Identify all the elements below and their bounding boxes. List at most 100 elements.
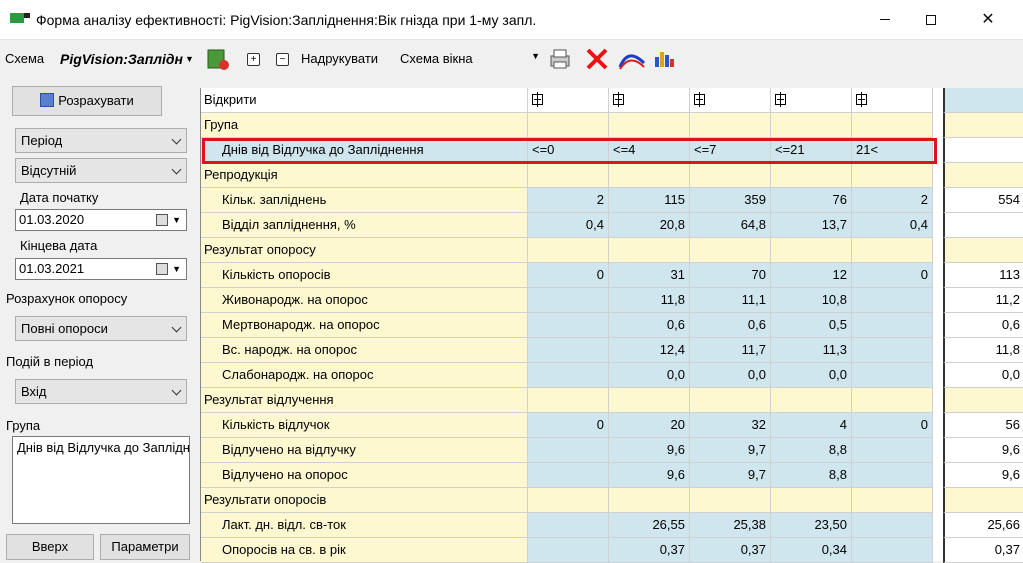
value-cell[interactable] xyxy=(528,313,609,338)
collapse-all-button[interactable]: − xyxy=(276,53,289,66)
value-cell[interactable]: 20 xyxy=(609,413,690,438)
value-cell[interactable]: 0,34 xyxy=(771,538,852,563)
farrowing-calc-combo[interactable]: Повні опороси xyxy=(15,316,187,341)
value-cell[interactable]: 2 xyxy=(852,188,933,213)
value-cell[interactable]: 0,0 xyxy=(771,363,852,388)
total-cell[interactable]: 9,6 xyxy=(943,463,1023,488)
table-row[interactable]: Кількість опоросів 0 31 70 12 0 113 xyxy=(201,263,1023,288)
expand-col-2[interactable] xyxy=(609,88,690,113)
value-cell[interactable]: 70 xyxy=(690,263,771,288)
value-cell[interactable] xyxy=(852,363,933,388)
table-row[interactable]: Лакт. дн. відл. св-ток 26,55 25,38 23,50 25,… xyxy=(201,513,1023,538)
total-cell[interactable]: 25,66 xyxy=(943,513,1023,538)
parameters-button[interactable]: Параметри xyxy=(100,534,190,560)
column-header[interactable]: <=4 xyxy=(609,138,690,163)
absent-combo[interactable]: Відсутній xyxy=(15,158,187,183)
value-cell[interactable] xyxy=(528,363,609,388)
total-cell[interactable] xyxy=(943,213,1023,238)
value-cell[interactable]: 9,7 xyxy=(690,463,771,488)
value-cell[interactable]: 10,8 xyxy=(771,288,852,313)
table-row[interactable]: Слабонародж. на опорос 0,0 0,0 0,0 0,0 xyxy=(201,363,1023,388)
column-header[interactable]: <=0 xyxy=(528,138,609,163)
value-cell[interactable]: 0,6 xyxy=(609,313,690,338)
value-cell[interactable]: 0,4 xyxy=(852,213,933,238)
table-row[interactable]: Відділ запліднення, % 0,4 20,8 64,8 13,7 0,4 xyxy=(201,213,1023,238)
value-cell[interactable]: 0 xyxy=(528,263,609,288)
value-cell[interactable] xyxy=(852,513,933,538)
value-cell[interactable] xyxy=(528,288,609,313)
value-cell[interactable]: 12,4 xyxy=(609,338,690,363)
value-cell[interactable]: 11,1 xyxy=(690,288,771,313)
value-cell[interactable] xyxy=(528,438,609,463)
value-cell[interactable]: 0,0 xyxy=(690,363,771,388)
events-combo[interactable]: Вхід xyxy=(15,379,187,404)
up-button[interactable]: Вверх xyxy=(6,534,94,560)
expand-col-1[interactable] xyxy=(528,88,609,113)
value-cell[interactable]: 0,4 xyxy=(528,213,609,238)
value-cell[interactable]: 8,8 xyxy=(771,463,852,488)
value-cell[interactable]: 9,6 xyxy=(609,438,690,463)
value-cell[interactable] xyxy=(528,513,609,538)
bar-chart-button[interactable] xyxy=(653,47,677,71)
table-row[interactable]: Відлучено на опорос 9,6 9,7 8,8 9,6 xyxy=(201,463,1023,488)
total-cell[interactable]: 11,8 xyxy=(943,338,1023,363)
table-row[interactable]: Мертвонародж. на опорос 0,6 0,6 0,5 0,6 xyxy=(201,313,1023,338)
value-cell[interactable] xyxy=(852,538,933,563)
table-row[interactable]: Живонародж. на опорос 11,8 11,1 10,8 11,2 xyxy=(201,288,1023,313)
column-header[interactable]: <=7 xyxy=(690,138,771,163)
value-cell[interactable]: 115 xyxy=(609,188,690,213)
value-cell[interactable] xyxy=(852,288,933,313)
value-cell[interactable]: 25,38 xyxy=(690,513,771,538)
expand-col-5[interactable] xyxy=(852,88,933,113)
value-cell[interactable]: 0,37 xyxy=(609,538,690,563)
value-cell[interactable]: 23,50 xyxy=(771,513,852,538)
total-cell[interactable]: 0,6 xyxy=(943,313,1023,338)
table-row[interactable]: Вс. народж. на опорос 12,4 11,7 11,3 11,8 xyxy=(201,338,1023,363)
period-combo[interactable]: Період xyxy=(15,128,187,153)
value-cell[interactable]: 0,6 xyxy=(690,313,771,338)
total-cell[interactable]: 11,2 xyxy=(943,288,1023,313)
data-grid[interactable]: Відкрити Група Днів від Відлучка до Запл… xyxy=(200,88,1023,563)
value-cell[interactable]: 359 xyxy=(690,188,771,213)
calculate-button[interactable]: Розрахувати xyxy=(12,86,162,116)
value-cell[interactable] xyxy=(528,538,609,563)
value-cell[interactable]: 32 xyxy=(690,413,771,438)
total-cell[interactable]: 0,37 xyxy=(943,538,1023,563)
curve-chart-button[interactable] xyxy=(618,47,646,71)
close-button[interactable]: ✕ xyxy=(965,0,1011,40)
group-header-row[interactable]: Днів від Відлучка до Запліднення <=0 <=4… xyxy=(201,138,1023,163)
value-cell[interactable] xyxy=(852,338,933,363)
value-cell[interactable]: 26,55 xyxy=(609,513,690,538)
table-row[interactable]: Опоросів на св. в рік 0,37 0,37 0,34 0,37 xyxy=(201,538,1023,563)
window-scheme-combo[interactable]: Схема вікна ▼ xyxy=(400,51,542,69)
print-button[interactable] xyxy=(548,47,572,71)
value-cell[interactable]: 11,8 xyxy=(609,288,690,313)
group-list[interactable]: Днів від Відлучка до Заплідн xyxy=(12,436,190,524)
value-cell[interactable]: 13,7 xyxy=(771,213,852,238)
value-cell[interactable]: 64,8 xyxy=(690,213,771,238)
value-cell[interactable]: 9,6 xyxy=(609,463,690,488)
minimize-button[interactable] xyxy=(862,0,908,40)
value-cell[interactable] xyxy=(852,438,933,463)
value-cell[interactable]: 4 xyxy=(771,413,852,438)
expand-all-button[interactable]: + xyxy=(247,53,260,66)
value-cell[interactable]: 8,8 xyxy=(771,438,852,463)
value-cell[interactable]: 76 xyxy=(771,188,852,213)
table-row[interactable]: Кільк. запліднень 2 115 359 76 2 554 xyxy=(201,188,1023,213)
value-cell[interactable]: 2 xyxy=(528,188,609,213)
maximize-button[interactable] xyxy=(908,0,954,40)
value-cell[interactable]: 9,7 xyxy=(690,438,771,463)
total-cell[interactable]: 9,6 xyxy=(943,438,1023,463)
value-cell[interactable] xyxy=(852,313,933,338)
expand-col-4[interactable] xyxy=(771,88,852,113)
column-header[interactable]: <=21 xyxy=(771,138,852,163)
value-cell[interactable] xyxy=(528,338,609,363)
column-header[interactable]: 21< xyxy=(852,138,933,163)
scheme-selector[interactable]: PigVision:Заплідн ▼ xyxy=(60,51,194,67)
delete-button[interactable] xyxy=(585,47,609,71)
total-cell[interactable]: 56 xyxy=(943,413,1023,438)
total-cell[interactable]: 113 xyxy=(943,263,1023,288)
value-cell[interactable]: 0 xyxy=(852,263,933,288)
value-cell[interactable]: 0 xyxy=(852,413,933,438)
end-date-picker[interactable]: 01.03.2021 ▼ xyxy=(15,258,187,280)
